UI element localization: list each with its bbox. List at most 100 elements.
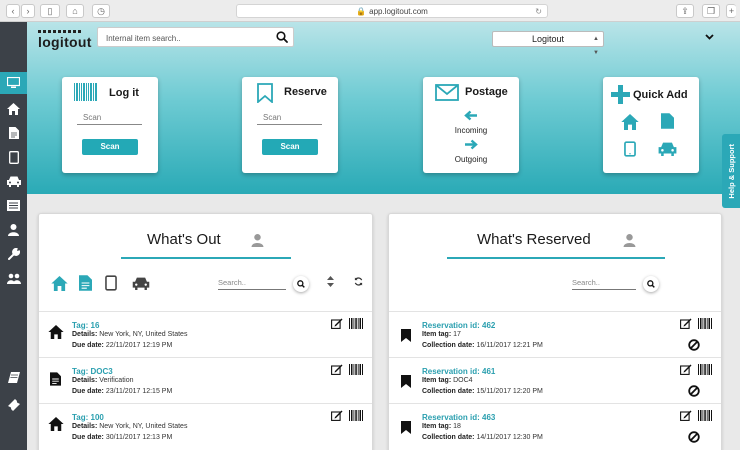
item-tag-value: 18 (453, 423, 461, 430)
whats-reserved-panel: What's Reserved Search.. Reservation id:… (388, 213, 722, 450)
edit-icon[interactable] (680, 410, 692, 421)
home-button[interactable]: ⌂ (66, 4, 84, 18)
sidebar-item-devices[interactable] (0, 146, 27, 168)
list-item[interactable]: Reservation id: 461 Item tag: DOC4 Colle… (389, 357, 721, 403)
account-select[interactable]: Logitout ▲ ▼ (492, 31, 604, 56)
history-button[interactable]: ◷ (92, 4, 110, 18)
edit-icon[interactable] (331, 410, 343, 421)
edit-icon[interactable] (331, 318, 343, 329)
sort-icon[interactable] (327, 276, 334, 287)
list-item[interactable]: Tag: 16 Details: New York, NY, United St… (39, 311, 372, 357)
quick-add-house-icon[interactable] (621, 114, 639, 130)
whats-out-search-button[interactable] (293, 276, 309, 292)
filter-document-icon[interactable] (79, 275, 92, 291)
house-icon (48, 325, 64, 339)
share-button[interactable]: ⇪ (676, 4, 694, 18)
filter-house-icon[interactable] (51, 276, 68, 291)
reserve-scan-input[interactable]: Scan (257, 113, 322, 125)
search-icon[interactable] (276, 31, 288, 43)
sidebar-item-vehicles[interactable] (0, 170, 27, 192)
reserve-scan-button[interactable]: Scan (262, 139, 318, 155)
cancel-icon[interactable] (688, 339, 700, 351)
collection-date-label: Collection date: (422, 342, 475, 349)
edit-icon[interactable] (331, 364, 343, 375)
lock-icon: 🔒 (356, 7, 367, 16)
postage-outgoing-link[interactable]: Outgoing (423, 155, 519, 164)
hero-banner: logitout Logitout ▲▼ Log it Scan Scan Re… (27, 22, 740, 194)
item-tag-link[interactable]: Tag: 100 (72, 413, 104, 422)
sidebar-item-tickets[interactable] (0, 394, 27, 416)
add-tab-button[interactable]: + (726, 4, 736, 18)
barcode-icon[interactable] (698, 364, 713, 375)
barcode-icon[interactable] (349, 410, 364, 421)
cancel-icon[interactable] (688, 385, 700, 397)
arrow-right-icon[interactable] (464, 139, 478, 150)
whats-out-search-input[interactable]: Search.. (218, 278, 286, 290)
list-item[interactable]: Reservation id: 462 Item tag: 17 Collect… (389, 311, 721, 357)
postage-incoming-link[interactable]: Incoming (423, 126, 519, 135)
barcode-icon (74, 83, 97, 101)
internal-search-input[interactable] (98, 29, 268, 48)
whats-reserved-search-placeholder: Search.. (572, 278, 600, 287)
due-date-label: Due date: (72, 434, 104, 441)
reservation-link[interactable]: Reservation id: 462 (422, 321, 495, 330)
chevron-down-icon[interactable] (705, 34, 714, 40)
select-caret-icon: ▲ ▼ (593, 36, 599, 56)
list-item[interactable]: Tag: 100 Details: New York, NY, United S… (39, 403, 372, 449)
whats-reserved-search-button[interactable] (643, 276, 659, 292)
sidebar-item-dashboard[interactable] (0, 72, 27, 94)
address-bar[interactable]: 🔒 app.logitout.com ↻ (236, 4, 548, 18)
quick-add-document-icon[interactable] (661, 113, 674, 129)
sidebar-item-reports[interactable] (0, 194, 27, 216)
sidebar-item-team[interactable] (0, 267, 27, 289)
sidebar-item-user[interactable] (0, 219, 27, 241)
item-tag-label: Item tag: (422, 423, 452, 430)
quick-add-car-icon[interactable] (658, 142, 677, 156)
item-details: New York, NY, United States (99, 423, 188, 430)
collection-date-value: 16/11/2017 12:21 PM (476, 342, 543, 349)
reload-icon[interactable]: ↻ (535, 5, 542, 18)
refresh-icon[interactable] (354, 277, 363, 286)
quick-add-tablet-icon[interactable] (624, 141, 636, 157)
users-icon (6, 273, 21, 284)
user-icon (251, 234, 264, 247)
item-tag-link[interactable]: Tag: 16 (72, 321, 99, 330)
edit-icon[interactable] (680, 318, 692, 329)
browser-toolbar: ‹ › ▯ ⌂ ◷ 🔒 app.logitout.com ↻ ⇪ ❐ + (0, 0, 740, 22)
forward-button[interactable]: › (21, 4, 35, 18)
reservation-link[interactable]: Reservation id: 461 (422, 367, 495, 376)
log-it-scan-button[interactable]: Scan (82, 139, 138, 155)
list-item[interactable]: Reservation id: 463 Item tag: 18 Collect… (389, 403, 721, 449)
back-button[interactable]: ‹ (6, 4, 20, 18)
ticket-icon (7, 399, 20, 411)
url-text: app.logitout.com (369, 7, 428, 16)
list-item[interactable]: Tag: DOC3 Details: Verification Due date… (39, 357, 372, 403)
log-it-card: Log it Scan Scan (62, 77, 158, 173)
item-tag-link[interactable]: Tag: DOC3 (72, 367, 113, 376)
sidebar-item-properties[interactable] (0, 98, 27, 120)
sidebar-item-guide[interactable] (0, 366, 27, 388)
reservation-link[interactable]: Reservation id: 463 (422, 413, 495, 422)
barcode-icon[interactable] (349, 318, 364, 329)
filter-tablet-icon[interactable] (105, 275, 117, 291)
whats-reserved-search-input[interactable]: Search.. (572, 278, 636, 290)
arrow-left-icon[interactable] (464, 110, 478, 121)
edit-icon[interactable] (680, 364, 692, 375)
filter-car-icon[interactable] (132, 277, 150, 290)
car-icon (6, 176, 21, 187)
item-tag-label: Item tag: (422, 377, 452, 384)
help-support-tab[interactable]: Help & Support (722, 134, 740, 208)
sidebar-item-settings[interactable] (0, 243, 27, 265)
postage-card: Postage Incoming Outgoing (423, 77, 519, 173)
sidebar-toggle-button[interactable]: ▯ (40, 4, 60, 18)
log-it-scan-input[interactable]: Scan (77, 113, 142, 125)
barcode-icon[interactable] (349, 364, 364, 375)
sidebar-item-documents[interactable] (0, 122, 27, 144)
tabs-button[interactable]: ❐ (702, 4, 720, 18)
barcode-icon[interactable] (698, 318, 713, 329)
logo[interactable]: logitout (38, 30, 92, 50)
bookmark-icon (257, 83, 273, 103)
bookmark-icon (401, 375, 411, 388)
cancel-icon[interactable] (688, 431, 700, 443)
barcode-icon[interactable] (698, 410, 713, 421)
